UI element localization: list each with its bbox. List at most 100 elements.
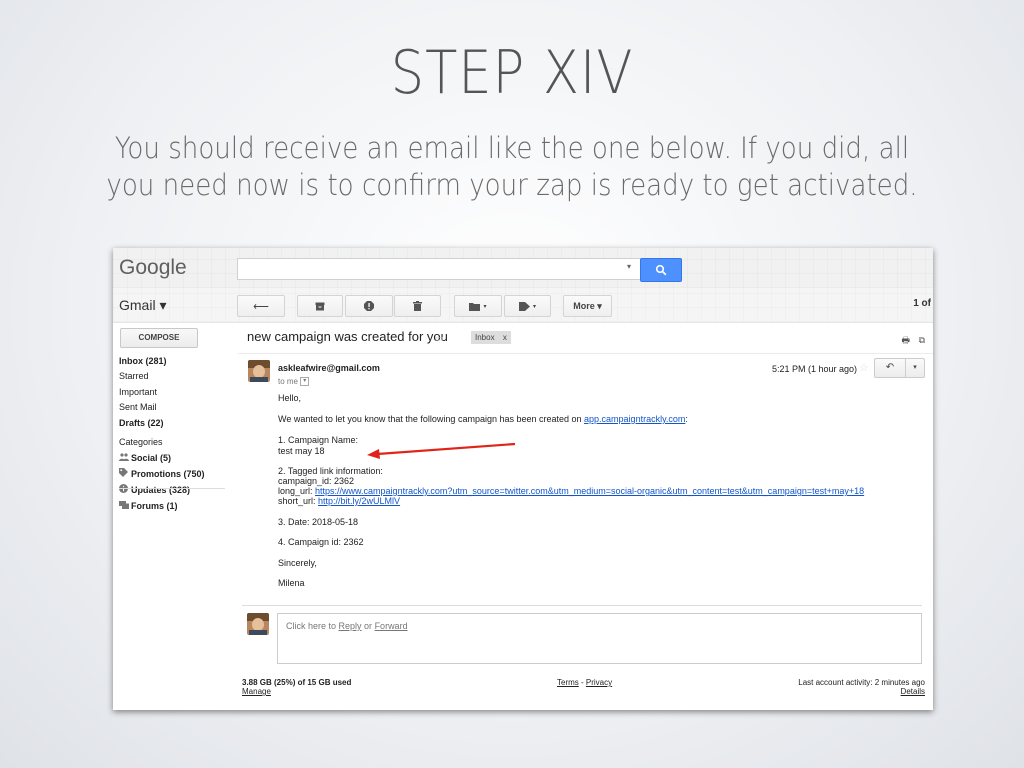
importance-marker-icon[interactable]: ▭ [435,333,444,344]
category-social[interactable]: Social (5) [119,450,234,466]
gmail-window: Google ▾ Gmail ▾ ⟵ ▾ ▾ More ▾ 1 of COMPO… [113,248,933,710]
reply-divider [242,605,922,606]
short-url-line: short_url: http://bit.ly/2wULMlV [278,496,401,506]
search-icon [655,264,667,276]
storage-info: 3.88 GB (25%) of 15 GB used Manage [242,678,351,696]
info-icon [119,482,131,498]
category-social-label: Social (5) [131,452,172,463]
tag-icon [518,301,530,311]
my-avatar [247,613,269,635]
back-button[interactable]: ⟵ [237,295,285,317]
short-url-link[interactable]: http://bit.ly/2wULMlV [318,496,400,506]
remove-label-icon[interactable]: x [503,333,507,342]
message-pane: new campaign was created for you ▭ Inbox… [238,323,933,663]
tag-icon [119,466,131,482]
people-icon [119,450,131,466]
slide-subtitle: You should receive an email like the one… [60,130,964,204]
new-window-icon[interactable]: ⧉ [919,335,925,345]
reply-arrow-icon: ↶ [885,362,895,373]
terms-link[interactable]: Terms [557,678,579,687]
category-updates[interactable]: Updates (328) [119,482,234,498]
category-updates-label: Updates (328) [131,484,191,495]
recipient-line: to me ▾ [278,377,310,387]
labels-button[interactable]: ▾ [504,295,551,317]
report-spam-button[interactable] [345,295,393,317]
search-button[interactable] [640,258,682,282]
report-spam-icon [364,301,374,311]
show-details-caret-icon[interactable]: ▾ [300,377,310,387]
date-line: 3. Date: 2018-05-18 [278,517,359,527]
folder-icon [469,302,481,311]
back-arrow-icon: ⟵ [253,300,269,313]
subject-actions: 🖶 ⧉ [902,333,925,349]
category-forums-label: Forums (1) [131,500,178,511]
body-greeting: Hello, [278,393,302,403]
reply-button[interactable]: ↶ [874,358,906,378]
delete-button[interactable] [394,295,441,317]
manage-link[interactable]: Manage [242,687,351,696]
star-icon[interactable]: ☆ [859,361,869,374]
sidebar-item-categories[interactable]: Categories [119,435,234,450]
sender-avatar[interactable] [248,360,270,382]
storage-usage: 3.88 GB (25%) of 15 GB used [242,678,352,687]
reply-box[interactable]: Click here to Reply or Forward [277,613,922,664]
move-caret-icon: ▾ [483,303,487,310]
annotation-arrow [367,442,516,459]
inbox-label-chip[interactable]: Inbox x [471,331,511,344]
recipient-text: to me [278,377,299,386]
message-subject: new campaign was created for you [247,329,448,344]
forward-link[interactable]: Forward [375,621,408,631]
campaign-id-line: campaign_id: 2362 [278,476,355,486]
sidebar-item-drafts[interactable]: Drafts (22) [119,416,234,431]
sidebar: COMPOSE Inbox (281) Starred Important Se… [113,323,238,663]
category-promotions[interactable]: Promotions (750) [119,466,234,482]
subject-divider [238,353,933,354]
reply-prompt: Click here to Reply or Forward [286,621,408,631]
details-link[interactable]: Details [798,687,925,696]
sidebar-item-inbox[interactable]: Inbox (281) [119,354,234,369]
sidebar-item-starred[interactable]: Starred [119,369,234,384]
compose-button[interactable]: COMPOSE [120,328,198,348]
long-url-link[interactable]: https://www.campaigntrackly.com?utm_sour… [315,486,864,496]
search-options-caret-icon[interactable]: ▾ [627,262,631,271]
sender-email[interactable]: askleafwire@gmail.com [278,363,380,373]
campaign-id-summary: 4. Campaign id: 2362 [278,537,364,547]
body-intro: We wanted to let you know that the follo… [278,414,688,424]
trash-icon [413,301,422,311]
sidebar-item-important[interactable]: Important [119,385,234,400]
long-url-line: long_url: https://www.campaigntrackly.co… [278,486,865,496]
campaigntrackly-link[interactable]: app.campaigntrackly.com [584,414,685,424]
message-time: 5:21 PM (1 hour ago) [772,364,858,374]
last-activity-text: Last account activity: 2 minutes ago [798,678,925,687]
category-promotions-label: Promotions (750) [131,468,205,479]
closing-line: Sincerely, [278,558,317,568]
top-bar: Google ▾ [113,248,933,288]
subtitle-line-1: You should receive an email like the one… [114,131,910,165]
legal-links: Terms - Privacy [557,678,613,687]
search-input[interactable] [237,258,641,280]
archive-button[interactable] [297,295,343,317]
slide-title: STEP XIV [390,38,634,108]
account-activity: Last account activity: 2 minutes ago Det… [798,678,925,696]
forum-icon [119,498,131,514]
gmail-menu[interactable]: Gmail ▾ [119,297,166,314]
print-icon[interactable]: 🖶 [902,335,911,345]
privacy-link[interactable]: Privacy [586,678,612,687]
inbox-label-text: Inbox [475,333,495,342]
more-button[interactable]: More ▾ [563,295,612,317]
move-to-button[interactable]: ▾ [454,295,502,317]
category-forums[interactable]: Forums (1) [119,498,234,514]
chevron-down-icon: ▾ [913,364,917,371]
subtitle-line-2: you need now is to confirm your zap is r… [106,168,918,202]
footer: 3.88 GB (25%) of 15 GB used Manage Terms… [113,676,933,710]
page-count: 1 of [913,298,931,309]
signature-line: Milena [278,578,305,588]
reply-link[interactable]: Reply [339,621,362,631]
more-actions-button[interactable]: ▾ [905,358,925,378]
google-logo[interactable]: Google [119,256,187,280]
sidebar-divider [119,488,225,489]
archive-icon [315,302,325,310]
nav-list: Inbox (281) Starred Important Sent Mail … [119,354,234,514]
sidebar-item-sent-mail[interactable]: Sent Mail [119,400,234,415]
toolbar: Gmail ▾ ⟵ ▾ ▾ More ▾ 1 of [113,288,933,323]
